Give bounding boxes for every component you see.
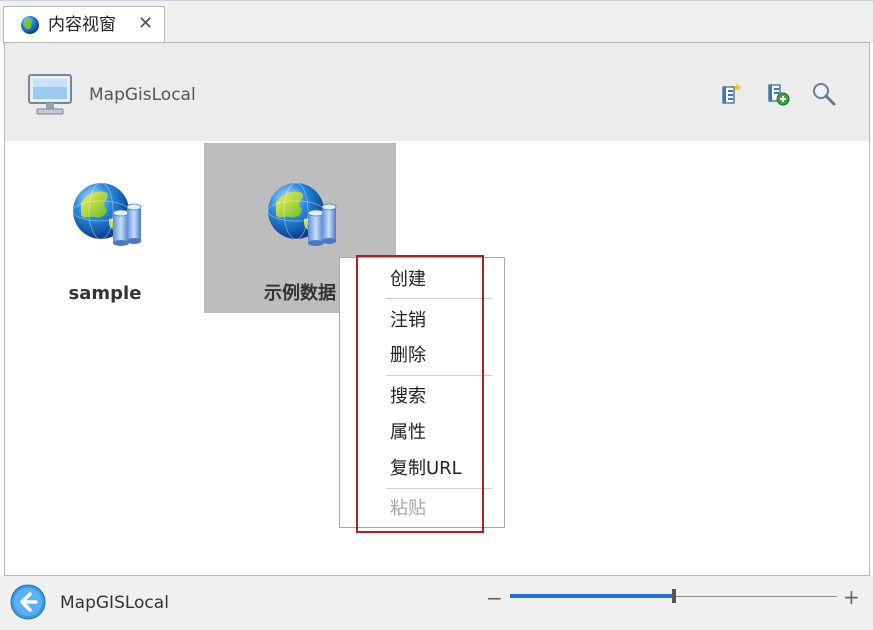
gis-database-globe-icon bbox=[266, 179, 338, 251]
context-menu: 创建 注销 删除 搜索 属性 复制URL 粘贴 bbox=[339, 257, 505, 528]
menu-item-search[interactable]: 搜索 bbox=[390, 386, 500, 408]
zoom-out-button[interactable]: − bbox=[486, 586, 503, 610]
menu-separator bbox=[386, 488, 492, 489]
zoom-in-button[interactable]: + bbox=[843, 585, 860, 609]
zoom-slider-thumb[interactable] bbox=[671, 589, 676, 603]
close-icon[interactable]: ✕ bbox=[138, 13, 153, 35]
menu-separator bbox=[386, 375, 492, 376]
tab-title: 内容视窗 bbox=[48, 15, 116, 35]
status-path: MapGISLocal bbox=[60, 593, 169, 613]
menu-item-properties[interactable]: 属性 bbox=[390, 422, 500, 444]
gis-database-globe-icon bbox=[71, 179, 143, 251]
new-catalog-icon[interactable] bbox=[718, 81, 744, 107]
menu-item-copy-url[interactable]: 复制URL bbox=[390, 458, 500, 480]
zoom-slider-fill bbox=[510, 594, 674, 598]
menu-item-paste: 粘贴 bbox=[390, 498, 426, 519]
location-label: MapGisLocal bbox=[89, 85, 196, 105]
add-data-icon[interactable] bbox=[765, 81, 791, 107]
search-icon[interactable] bbox=[811, 81, 837, 107]
catalog-item-label: sample bbox=[68, 283, 142, 304]
menu-separator bbox=[386, 298, 492, 299]
menu-item-create[interactable]: 创建 bbox=[390, 269, 500, 291]
menu-item-unregister[interactable]: 注销 bbox=[390, 310, 500, 332]
tab-content-view[interactable]: 内容视窗 ✕ bbox=[3, 6, 165, 44]
catalog-item-sample[interactable]: sample bbox=[9, 143, 201, 313]
globe-icon bbox=[21, 16, 39, 34]
computer-monitor-icon bbox=[28, 74, 72, 115]
status-bar: MapGISLocal − + bbox=[0, 576, 873, 630]
back-arrow-icon[interactable] bbox=[10, 584, 46, 620]
location-header: MapGisLocal bbox=[5, 43, 869, 141]
tab-strip: 内容视窗 ✕ bbox=[0, 0, 873, 44]
menu-item-delete[interactable]: 删除 bbox=[390, 345, 500, 367]
